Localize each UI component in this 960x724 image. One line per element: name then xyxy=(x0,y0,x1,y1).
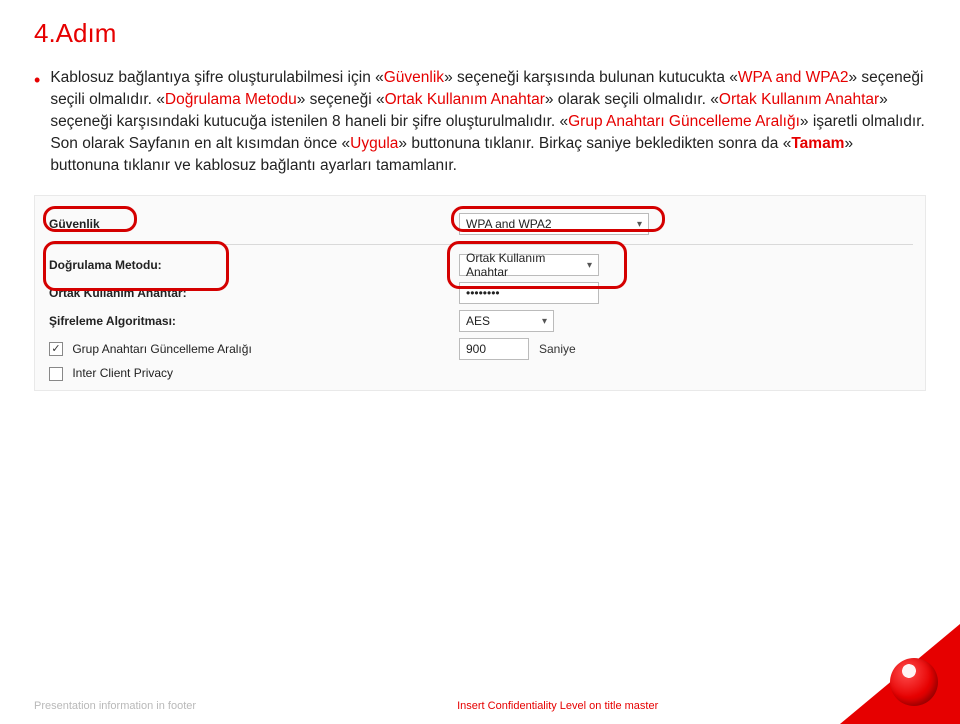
hl-tamam: Tamam xyxy=(791,135,844,152)
row-gk: ✓ Grup Anahtarı Güncelleme Aralığı 900 S… xyxy=(35,335,925,363)
hl-wpa: WPA and WPA2 xyxy=(738,69,849,86)
t: » olarak seçili olmalıdır. « xyxy=(545,91,719,108)
footer-left: Presentation information in footer xyxy=(34,700,196,712)
label-auth: Doğrulama Metodu: xyxy=(49,258,459,272)
bullet-row: • Kablosuz bağlantıya şifre oluşturulabi… xyxy=(34,67,926,177)
row-psk: Ortak Kullanım Anahtar: •••••••• xyxy=(35,279,925,307)
router-panel: Güvenlik WPA and WPA2 ▾ Doğrulama Metodu… xyxy=(34,195,926,391)
chevron-down-icon: ▾ xyxy=(587,260,592,271)
row-auth: Doğrulama Metodu: Ortak Kullanım Anahtar… xyxy=(35,251,925,279)
hl-uygula: Uygula xyxy=(350,135,398,152)
input-psk-value: •••••••• xyxy=(466,286,500,300)
suffix-gk: Saniye xyxy=(539,342,576,356)
input-gk-value: 900 xyxy=(466,342,486,356)
footer-mid: Insert Confidentiality Level on title ma… xyxy=(457,700,658,712)
select-auth[interactable]: Ortak Kullanım Anahtar ▾ xyxy=(459,254,599,276)
hl-ortak1: Ortak Kullanım Anahtar xyxy=(385,91,545,108)
checkbox-gk[interactable]: ✓ xyxy=(49,342,63,356)
t: » buttonuna tıklanır. Birkaç saniye bekl… xyxy=(398,135,791,152)
label-security: Güvenlik xyxy=(49,217,459,231)
t: » seçeneği « xyxy=(297,91,385,108)
bullet-icon: • xyxy=(34,69,40,91)
vodafone-logo-icon xyxy=(890,658,938,706)
hl-guvenlik: Güvenlik xyxy=(384,69,444,86)
checkbox-icp[interactable] xyxy=(49,367,63,381)
separator xyxy=(47,244,913,245)
page-title: 4.Adım xyxy=(34,18,926,49)
label-gk: ✓ Grup Anahtarı Güncelleme Aralığı xyxy=(49,342,459,357)
label-icp-text: Inter Client Privacy xyxy=(72,366,173,380)
chevron-down-icon: ▾ xyxy=(542,316,547,327)
label-gk-text: Grup Anahtarı Güncelleme Aralığı xyxy=(72,342,251,356)
input-psk[interactable]: •••••••• xyxy=(459,282,599,304)
label-psk: Ortak Kullanım Anahtar: xyxy=(49,286,459,300)
row-security: Güvenlik WPA and WPA2 ▾ xyxy=(35,210,925,238)
chevron-down-icon: ▾ xyxy=(637,219,642,230)
footer: Presentation information in footer Inser… xyxy=(34,698,926,712)
select-security[interactable]: WPA and WPA2 ▾ xyxy=(459,213,649,235)
row-icp: Inter Client Privacy xyxy=(35,363,925,384)
row-enc: Şifreleme Algoritması: AES ▾ xyxy=(35,307,925,335)
t: Kablosuz bağlantıya şifre oluşturulabilm… xyxy=(50,69,383,86)
label-icp: Inter Client Privacy xyxy=(49,366,459,381)
hl-dogrulama: Doğrulama Metodu xyxy=(165,91,297,108)
select-enc[interactable]: AES ▾ xyxy=(459,310,554,332)
slide-page: 4.Adım • Kablosuz bağlantıya şifre oluşt… xyxy=(0,0,960,724)
input-gk[interactable]: 900 xyxy=(459,338,529,360)
select-auth-value: Ortak Kullanım Anahtar xyxy=(466,251,587,279)
t: » seçeneği karşısında bulunan kutucukta … xyxy=(444,69,738,86)
label-enc: Şifreleme Algoritması: xyxy=(49,314,459,328)
body-text: Kablosuz bağlantıya şifre oluşturulabilm… xyxy=(50,67,926,177)
select-security-value: WPA and WPA2 xyxy=(466,217,552,231)
select-enc-value: AES xyxy=(466,314,490,328)
hl-grup: Grup Anahtarı Güncelleme Aralığı xyxy=(568,113,800,130)
hl-ortak2: Ortak Kullanım Anahtar xyxy=(719,91,879,108)
check-icon: ✓ xyxy=(51,344,60,355)
